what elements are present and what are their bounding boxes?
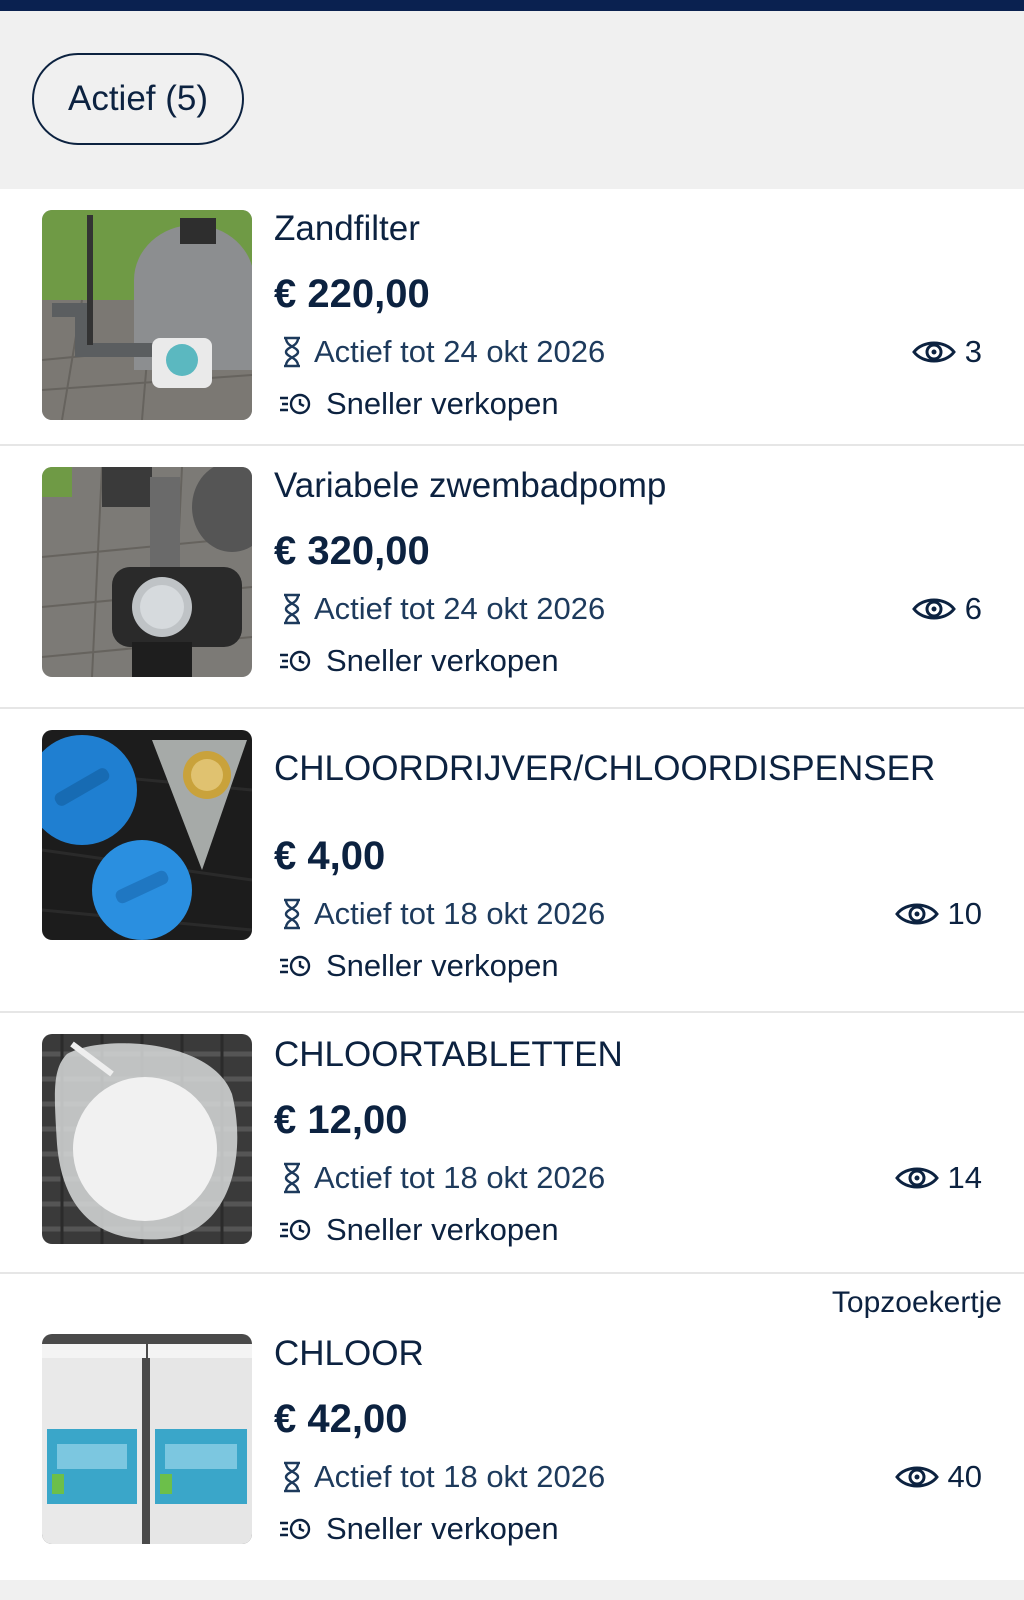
listing-item[interactable]: CHLOORDRIJVER/CHLOORDISPENSER € 4,00 Act…	[0, 709, 1024, 1013]
view-count-value: 3	[964, 334, 982, 369]
active-until-text: Actief tot 18 okt 2026	[314, 896, 606, 931]
listing-price: € 220,00	[274, 272, 430, 316]
eye-icon	[911, 598, 956, 620]
view-count: 40	[894, 1459, 982, 1495]
sell-faster-link[interactable]: Sneller verkopen	[278, 1212, 559, 1248]
listing-thumbnail[interactable]	[42, 1034, 252, 1244]
eye-icon	[894, 1466, 939, 1488]
listing-price: € 4,00	[274, 834, 386, 878]
sell-faster-icon	[280, 1518, 311, 1540]
sell-faster-icon	[280, 650, 311, 672]
view-count-value: 10	[947, 896, 982, 931]
listing-price: € 320,00	[274, 529, 430, 573]
hourglass-icon	[284, 1461, 300, 1493]
listing-item[interactable]: CHLOORTABLETTEN € 12,00 Actief tot 18 ok…	[0, 1013, 1024, 1274]
view-count-value: 14	[947, 1160, 982, 1195]
sell-faster-icon	[280, 1219, 311, 1241]
active-until-text: Actief tot 24 okt 2026	[314, 591, 606, 626]
sell-faster-link[interactable]: Sneller verkopen	[278, 386, 559, 422]
sell-faster-label[interactable]: Sneller verkopen	[326, 948, 559, 984]
listing-item[interactable]: Zandfilter € 220,00 Actief tot 24 okt 20…	[0, 189, 1024, 446]
active-until: Actief tot 18 okt 2026	[280, 1459, 605, 1495]
top-app-bar	[0, 0, 1024, 11]
view-count-value: 6	[964, 591, 982, 626]
bottom-divider	[0, 1582, 1024, 1600]
listing-thumbnail[interactable]	[42, 730, 252, 940]
hourglass-icon	[284, 593, 300, 625]
listing-title[interactable]: Variabele zwembadpomp	[274, 466, 666, 506]
view-count: 6	[911, 591, 982, 627]
view-count: 10	[894, 896, 982, 932]
sell-faster-label[interactable]: Sneller verkopen	[326, 386, 559, 422]
active-until-text: Actief tot 18 okt 2026	[314, 1160, 606, 1195]
listings-list: Zandfilter € 220,00 Actief tot 24 okt 20…	[0, 189, 1024, 1580]
sell-faster-label[interactable]: Sneller verkopen	[326, 1212, 559, 1248]
sell-faster-link[interactable]: Sneller verkopen	[278, 948, 559, 984]
listing-thumbnail[interactable]	[42, 467, 252, 677]
listing-thumbnail[interactable]	[42, 210, 252, 420]
active-until: Actief tot 18 okt 2026	[280, 1160, 605, 1196]
hourglass-icon	[284, 898, 300, 930]
active-until: Actief tot 24 okt 2026	[280, 591, 605, 627]
filter-bar: Actief (5)	[0, 11, 1024, 189]
active-until: Actief tot 24 okt 2026	[280, 334, 605, 370]
active-until: Actief tot 18 okt 2026	[280, 896, 605, 932]
active-until-text: Actief tot 24 okt 2026	[314, 334, 606, 369]
eye-icon	[894, 1167, 939, 1189]
view-count: 3	[911, 334, 982, 370]
sell-faster-icon	[280, 393, 311, 415]
eye-icon	[894, 903, 939, 925]
sell-faster-link[interactable]: Sneller verkopen	[278, 643, 559, 679]
top-ad-badge: Topzoekertje	[831, 1286, 1002, 1319]
listing-title[interactable]: CHLOORDRIJVER/CHLOORDISPENSER	[274, 749, 935, 789]
active-until-text: Actief tot 18 okt 2026	[314, 1459, 606, 1494]
hourglass-icon	[284, 1162, 300, 1194]
listing-price: € 42,00	[274, 1397, 408, 1441]
listing-price: € 12,00	[274, 1098, 408, 1142]
listing-item[interactable]: Topzoekertje CHLOOR € 42,00 Actief tot 1…	[0, 1274, 1024, 1580]
listing-title[interactable]: CHLOORTABLETTEN	[274, 1035, 623, 1075]
hourglass-icon	[284, 336, 300, 368]
filter-chip-active[interactable]: Actief (5)	[32, 53, 244, 145]
sell-faster-icon	[280, 955, 311, 977]
sell-faster-label[interactable]: Sneller verkopen	[326, 643, 559, 679]
eye-icon	[911, 341, 956, 363]
view-count: 14	[894, 1160, 982, 1196]
sell-faster-label[interactable]: Sneller verkopen	[326, 1511, 559, 1547]
listing-title[interactable]: Zandfilter	[274, 209, 420, 249]
listing-title[interactable]: CHLOOR	[274, 1334, 424, 1374]
view-count-value: 40	[947, 1459, 982, 1494]
listing-thumbnail[interactable]	[42, 1334, 252, 1544]
sell-faster-link[interactable]: Sneller verkopen	[278, 1511, 559, 1547]
listing-item[interactable]: Variabele zwembadpomp € 320,00 Actief to…	[0, 446, 1024, 709]
